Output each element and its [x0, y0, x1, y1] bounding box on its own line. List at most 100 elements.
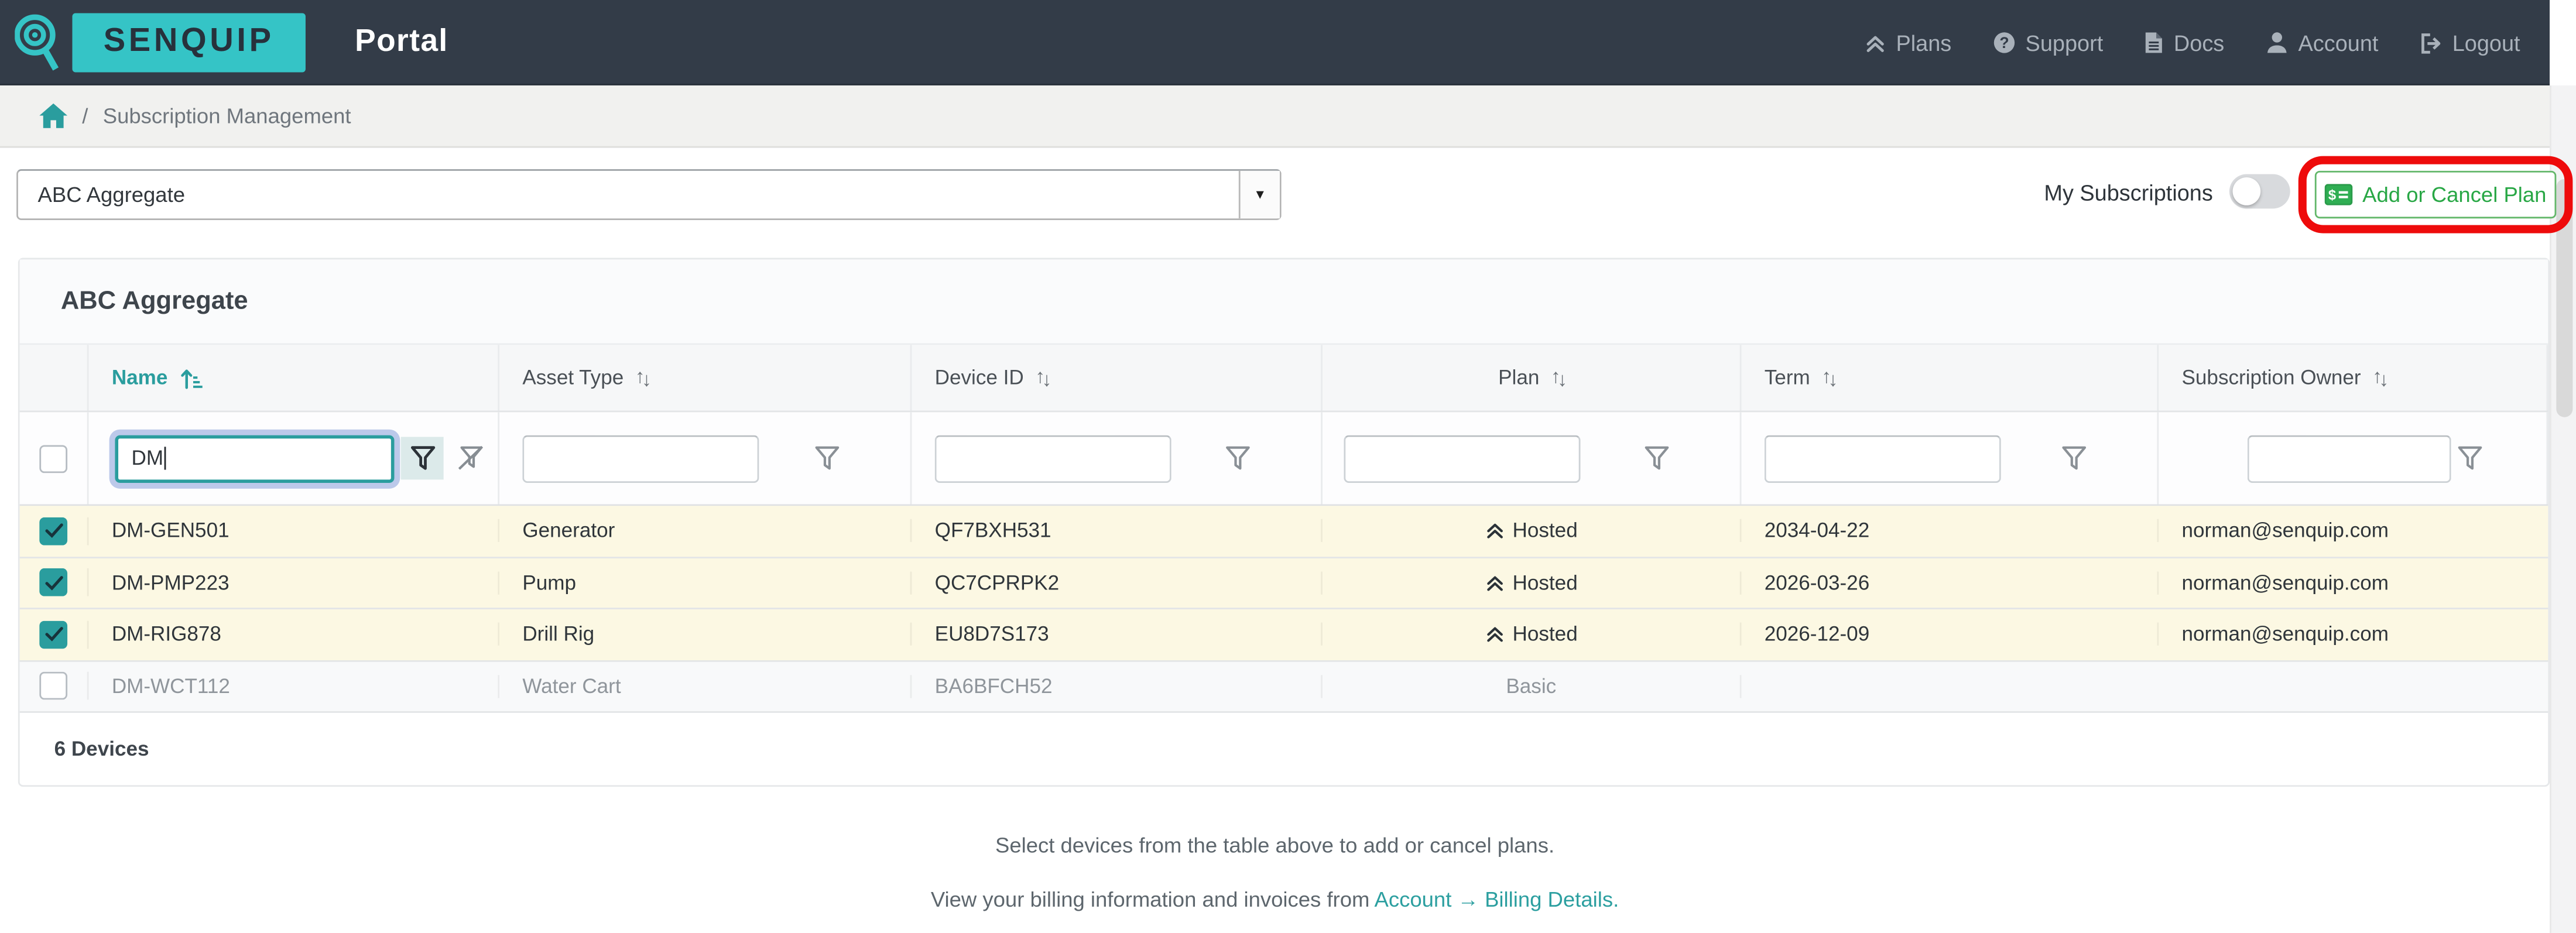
- term-filter-input[interactable]: [1765, 434, 2001, 482]
- nav-plans[interactable]: Plans: [1865, 30, 1951, 55]
- nav-support-label: Support: [2026, 30, 2104, 55]
- home-icon[interactable]: [39, 104, 67, 128]
- cell-term: 2034-04-22: [1741, 519, 2159, 542]
- filter-term-cell: [1741, 412, 2159, 504]
- question-circle-icon: ?: [1992, 31, 2015, 54]
- navbar-menu: Plans ? Support Docs Account: [1865, 0, 2520, 85]
- sort-icon: ↑↓: [1551, 366, 1564, 389]
- header-name-label: Name: [112, 366, 168, 389]
- money-check-icon: $: [2325, 184, 2353, 205]
- breadcrumb-page: Subscription Management: [103, 104, 351, 128]
- cell-device-id: QF7BXH531: [912, 519, 1323, 542]
- sort-icon: ↑↓: [1035, 366, 1048, 389]
- name-filter-value: DM: [131, 447, 163, 469]
- panel-title: ABC Aggregate: [61, 287, 248, 317]
- filter-name-cell: DM: [89, 412, 500, 504]
- header-asset-type[interactable]: Asset Type ↑↓: [499, 345, 912, 410]
- owner-filter-input[interactable]: [2248, 434, 2451, 482]
- filter-icon[interactable]: [813, 445, 841, 471]
- plan-filter-input[interactable]: [1344, 434, 1580, 482]
- header-device-id-label: Device ID: [935, 366, 1024, 389]
- sort-alpha-up-icon: [179, 365, 204, 390]
- row-checkbox-cell: [20, 569, 89, 597]
- device-count: 6 Devices: [20, 713, 2548, 784]
- add-or-cancel-plan-button[interactable]: $ Add or Cancel Plan: [2315, 171, 2556, 218]
- nav-logout[interactable]: Logout: [2420, 30, 2520, 55]
- row-checkbox[interactable]: [39, 517, 67, 545]
- breadcrumb: / Subscription Management: [0, 85, 2550, 148]
- chevron-double-up-icon: [1485, 573, 1505, 593]
- cell-device-id: BA6BFCH52: [912, 675, 1323, 698]
- cell-asset-type: Drill Rig: [499, 623, 912, 646]
- chevron-double-up-icon: [1485, 625, 1505, 644]
- product-title: Portal: [355, 24, 448, 60]
- header-term-label: Term: [1765, 366, 1810, 389]
- sort-icon: ↑↓: [2372, 366, 2385, 389]
- name-filter-input[interactable]: DM: [115, 434, 394, 482]
- filter-clear-icon[interactable]: [455, 445, 486, 471]
- header-subscription-owner-label: Subscription Owner: [2182, 366, 2361, 389]
- svg-text:$: $: [2328, 187, 2336, 203]
- header-term[interactable]: Term ↑↓: [1741, 345, 2159, 410]
- user-icon: [2265, 31, 2288, 54]
- nav-account[interactable]: Account: [2265, 30, 2378, 55]
- header-device-id[interactable]: Device ID ↑↓: [912, 345, 1323, 410]
- header-plan[interactable]: Plan ↑↓: [1323, 345, 1742, 410]
- plan-label: Hosted: [1513, 519, 1578, 542]
- my-subscriptions-toggle[interactable]: [2229, 174, 2290, 208]
- filter-icon[interactable]: [2060, 445, 2088, 471]
- brand[interactable]: SENQUIP Portal: [0, 11, 448, 73]
- filter-asset-type-cell: [499, 412, 912, 504]
- billing-hint-text: View your billing information and invoic…: [931, 887, 1375, 911]
- filter-active-icon[interactable]: [401, 437, 444, 479]
- sort-icon: ↑↓: [1821, 366, 1834, 389]
- billing-details-link[interactable]: Account → Billing Details.: [1375, 887, 1619, 911]
- cell-term: 2026-03-26: [1741, 571, 2159, 594]
- table-header-row: Name Asset Type ↑↓ Device ID ↑↓ Plan ↑↓ …: [20, 345, 2548, 412]
- cell-device-id: EU8D7S173: [912, 623, 1323, 646]
- row-checkbox[interactable]: [39, 569, 67, 597]
- chevron-down-icon[interactable]: ▼: [1239, 171, 1280, 218]
- select-all-checkbox[interactable]: [39, 444, 67, 472]
- add-or-cancel-plan-label: Add or Cancel Plan: [2362, 182, 2546, 207]
- cell-name: DM-PMP223: [89, 571, 500, 594]
- asset-type-filter-input[interactable]: [522, 434, 759, 482]
- header-name[interactable]: Name: [89, 345, 500, 410]
- table-row: DM-WCT112 Water Cart BA6BFCH52 Basic: [20, 661, 2548, 712]
- table-row: DM-GEN501 Generator QF7BXH531 Hosted 203…: [20, 506, 2548, 557]
- cell-name: DM-GEN501: [89, 519, 500, 542]
- cell-asset-type: Generator: [499, 519, 912, 542]
- nav-plans-label: Plans: [1896, 30, 1951, 55]
- filter-icon[interactable]: [1643, 445, 1671, 471]
- top-navbar: SENQUIP Portal Plans ? Support D: [0, 0, 2550, 85]
- filter-plan-cell: [1323, 412, 1742, 504]
- cell-owner: norman@senquip.com: [2159, 519, 2548, 542]
- row-checkbox-cell: [20, 672, 89, 700]
- filter-device-id-cell: [912, 412, 1323, 504]
- nav-support[interactable]: ? Support: [1992, 30, 2103, 55]
- filter-icon[interactable]: [1224, 445, 1252, 471]
- table-row: DM-PMP223 Pump QC7CPRPK2 Hosted 2026-03-…: [20, 558, 2548, 609]
- plan-label: Basic: [1506, 675, 1556, 698]
- header-asset-type-label: Asset Type: [522, 366, 624, 389]
- row-checkbox-cell: [20, 517, 89, 545]
- subscription-panel: ABC Aggregate Name Asset Type ↑↓ Device …: [18, 258, 2550, 787]
- caret-glyph: ▼: [1253, 187, 1266, 202]
- nav-docs[interactable]: Docs: [2144, 30, 2224, 55]
- cell-asset-type: Water Cart: [499, 675, 912, 698]
- filter-owner-cell: [2159, 412, 2548, 504]
- text-cursor: [165, 447, 167, 469]
- my-subscriptions-label: My Subscriptions: [2044, 181, 2212, 205]
- senquip-logo-icon: [15, 11, 67, 73]
- device-id-filter-input[interactable]: [935, 434, 1171, 482]
- document-icon: [2144, 31, 2164, 54]
- row-checkbox[interactable]: [39, 672, 67, 700]
- row-checkbox[interactable]: [39, 620, 67, 649]
- billing-hint: View your billing information and invoic…: [0, 887, 2550, 911]
- panel-header: ABC Aggregate: [20, 259, 2548, 345]
- sort-icon: ↑↓: [635, 366, 648, 389]
- header-subscription-owner[interactable]: Subscription Owner ↑↓: [2159, 345, 2548, 410]
- cell-term: 2026-12-09: [1741, 623, 2159, 646]
- aggregate-select[interactable]: ABC Aggregate ▼: [16, 169, 1282, 220]
- filter-icon[interactable]: [2456, 445, 2484, 471]
